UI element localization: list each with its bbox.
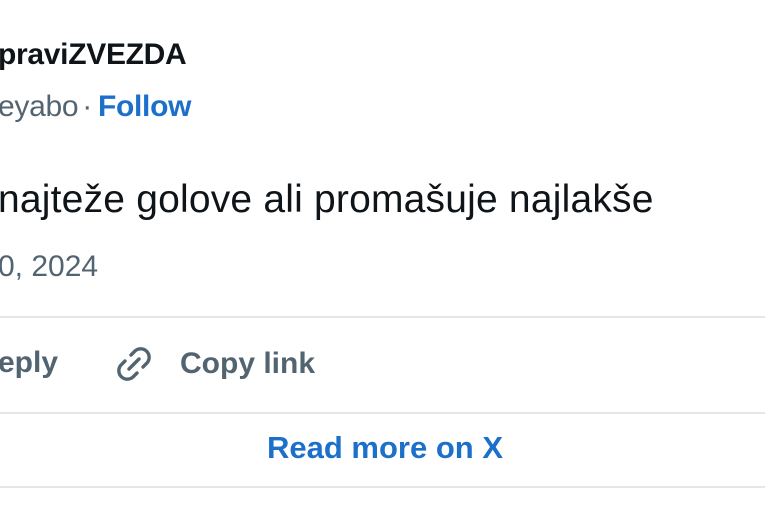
divider-middle bbox=[0, 412, 765, 414]
author-handle-row: eyabo · Follow bbox=[0, 90, 191, 124]
link-icon bbox=[112, 342, 156, 386]
copy-link-button[interactable]: Copy link bbox=[112, 342, 315, 386]
tweet-timestamp[interactable]: 0, 2024 bbox=[0, 250, 98, 284]
handle-separator: · bbox=[82, 90, 92, 123]
tweet-embed-card: praviZVEZDA eyabo · Follow najteže golove … bbox=[0, 0, 765, 510]
tweet-text: najteže golove ali promašuje najlakše bbox=[0, 178, 654, 221]
divider-bottom bbox=[0, 486, 765, 488]
follow-button[interactable]: Follow bbox=[98, 90, 191, 123]
reply-button[interactable]: eply bbox=[0, 346, 58, 380]
author-display-name[interactable]: praviZVEZDA bbox=[0, 38, 187, 72]
author-handle[interactable]: eyabo bbox=[0, 90, 79, 123]
divider-top bbox=[0, 316, 765, 318]
read-more-on-x-link[interactable]: Read more on X bbox=[0, 430, 765, 466]
copy-link-label: Copy link bbox=[180, 347, 316, 380]
